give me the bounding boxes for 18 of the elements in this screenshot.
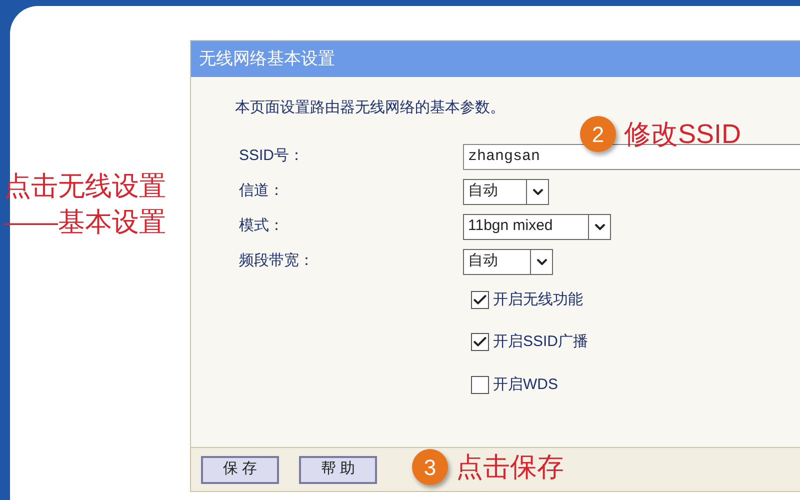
checkbox-label: 开启无线功能 <box>493 290 583 310</box>
intro-text: 本页面设置路由器无线网络的基本参数。 <box>235 98 506 118</box>
dropdown[interactable]: 自动 <box>463 178 549 204</box>
checkbox[interactable] <box>471 290 489 309</box>
checkbox-label: 开启WDS <box>493 374 558 394</box>
panel-title: 无线网络基本设置 <box>191 41 800 77</box>
field-label: 模式： <box>239 216 285 236</box>
checkbox[interactable] <box>471 333 489 352</box>
annotation-text: 点击保存 <box>456 451 564 484</box>
field-label: 频段带宽： <box>239 251 315 272</box>
field-label: SSID号： <box>239 146 306 166</box>
save-button[interactable]: 保 存 <box>201 456 279 484</box>
checkbox[interactable] <box>471 376 489 394</box>
dropdown[interactable]: 自动 <box>463 248 553 274</box>
dropdown[interactable]: 11bgn mixed <box>463 214 611 240</box>
field-label: 信道： <box>239 181 285 202</box>
checkbox-label: 开启SSID广播 <box>493 332 588 352</box>
help-button[interactable]: 帮 助 <box>299 456 377 484</box>
